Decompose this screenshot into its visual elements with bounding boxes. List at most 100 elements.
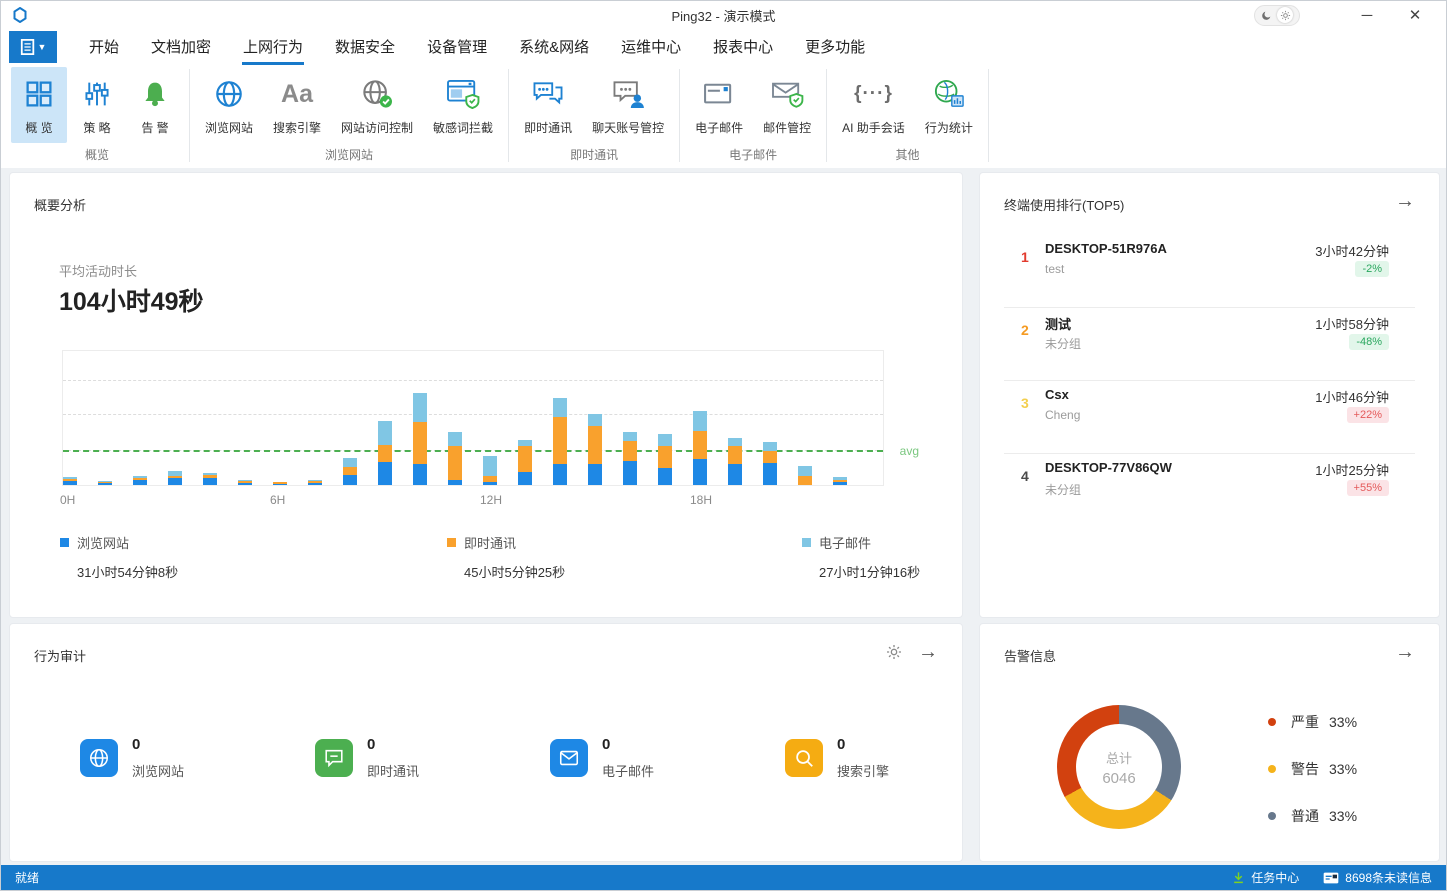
stat-label: 电子邮件	[602, 761, 654, 780]
mail-control-button[interactable]: 邮件管控	[754, 67, 820, 143]
sun-icon[interactable]	[1277, 7, 1293, 23]
bar-segment	[413, 422, 427, 464]
terminal-group: test	[1045, 262, 1064, 276]
bar-segment	[833, 482, 847, 485]
task-center-button[interactable]: 任务中心	[1232, 869, 1299, 886]
unread-messages-button[interactable]: 8698条未读信息	[1323, 869, 1432, 886]
tab-ops-center[interactable]: 运维中心	[605, 29, 697, 65]
website-access-control-button[interactable]: 网站访问控制	[332, 67, 422, 143]
alert-button[interactable]: 告 警	[127, 67, 183, 143]
terminal-group: Cheng	[1045, 408, 1080, 422]
avg-line	[63, 450, 883, 452]
moon-icon[interactable]	[1261, 10, 1272, 21]
download-icon	[1232, 871, 1245, 884]
bar-segment	[798, 476, 812, 485]
tab-start[interactable]: 开始	[73, 29, 135, 65]
message-icon	[1323, 872, 1339, 884]
top5-row-4[interactable]: 4 DESKTOP-77V86QW 未分组 1小时25分钟 +55%	[1004, 454, 1415, 527]
bar-segment	[693, 411, 707, 431]
alerts-donut-chart: 总计 6046	[1057, 705, 1181, 829]
chat-user-icon	[611, 76, 645, 112]
bar-13H	[518, 440, 532, 485]
arrow-right-icon[interactable]: →	[1395, 642, 1415, 662]
overview-button[interactable]: 概 览	[11, 67, 67, 143]
arrow-right-icon[interactable]: →	[1395, 191, 1415, 211]
gear-icon[interactable]	[886, 644, 902, 660]
globe-check-icon	[361, 76, 393, 112]
bar-segment	[693, 459, 707, 485]
stat-value: 0	[837, 736, 889, 753]
gridline	[63, 380, 883, 381]
chart-legend-im: 即时通讯 45小时5分钟25秒	[447, 533, 565, 581]
bar-segment	[98, 483, 112, 485]
tab-report-center[interactable]: 报表中心	[697, 29, 789, 65]
ribbon-group-label: 其他	[895, 143, 919, 169]
top5-row-1[interactable]: 1 DESKTOP-51R976A test 3小时42分钟 -2%	[1004, 235, 1415, 308]
minimize-button[interactable]: ─	[1352, 3, 1382, 27]
x-tick-label: 0H	[60, 493, 75, 507]
ai-assistant-session-button[interactable]: {···} AI 助手会话	[833, 67, 914, 143]
ribbon: 概 览 策 略 告 警 概览	[1, 65, 1446, 169]
tab-more-features[interactable]: 更多功能	[789, 29, 881, 65]
content-area: 概要分析 平均活动时长 104小时49秒 avg 浏览网站 31小时54分钟8秒…	[1, 168, 1446, 865]
bar-segment	[378, 445, 392, 462]
arrow-right-icon[interactable]: →	[918, 642, 938, 662]
bar-segment	[448, 432, 462, 446]
ribbon-tab-bar: ▼ 开始 文档加密 上网行为 数据安全 设备管理 系统&网络 运维中心 报表中心…	[1, 29, 1446, 65]
theme-toggle[interactable]	[1254, 5, 1300, 26]
change-badge: -2%	[1355, 261, 1389, 277]
bar-segment	[483, 482, 497, 485]
browse-websites-button[interactable]: 浏览网站	[196, 67, 262, 143]
bar-4H	[203, 473, 217, 485]
bar-17H	[658, 434, 672, 485]
bar-5H	[238, 480, 252, 485]
stat-label: 搜索引擎	[837, 761, 889, 780]
ribbon-group-label: 概览	[85, 143, 109, 169]
change-badge: +22%	[1347, 407, 1389, 423]
ribbon-group-label: 即时通讯	[570, 143, 618, 169]
main-menu-button[interactable]: ▼	[9, 31, 57, 63]
bar-9H	[378, 421, 392, 485]
bar-22H	[833, 477, 847, 485]
alert-info-panel: 告警信息 → 总计 6046 严重33% 警告33% 普通33%	[979, 623, 1440, 862]
chat-account-control-button[interactable]: 聊天账号管控	[583, 67, 673, 143]
tab-internet-behavior[interactable]: 上网行为	[227, 29, 319, 65]
tab-device-management[interactable]: 设备管理	[411, 29, 503, 65]
sensitive-word-block-button[interactable]: 敏感词拦截	[424, 67, 502, 143]
tab-data-security[interactable]: 数据安全	[319, 29, 411, 65]
legend-dot-red	[1268, 718, 1276, 726]
bar-19H	[728, 438, 742, 485]
close-button[interactable]: ✕	[1400, 3, 1430, 27]
top5-row-3[interactable]: 3 Csx Cheng 1小时46分钟 +22%	[1004, 381, 1415, 454]
mail-icon	[550, 739, 588, 777]
usage-time: 1小时46分钟	[1315, 387, 1389, 406]
window-title: Ping32 - 演示模式	[1, 6, 1446, 25]
bar-segment	[588, 426, 602, 464]
bar-segment	[378, 421, 392, 445]
instant-messaging-button[interactable]: 即时通讯	[515, 67, 581, 143]
policy-button[interactable]: 策 略	[69, 67, 125, 143]
stacked-bar-chart: avg	[62, 350, 884, 486]
bar-segment	[728, 446, 742, 464]
stat-instant-messaging: 0即时通讯	[315, 736, 419, 780]
rank-number: 2	[1021, 322, 1029, 338]
bar-segment	[553, 417, 567, 464]
tab-doc-encryption[interactable]: 文档加密	[135, 29, 227, 65]
audit-panel-title: 行为审计	[34, 646, 86, 665]
behavior-statistics-button[interactable]: 行为统计	[916, 67, 982, 143]
bar-segment	[763, 442, 777, 451]
braces-icon: {···}	[854, 76, 893, 112]
search-engine-button[interactable]: Aa 搜索引擎	[264, 67, 330, 143]
donut-total-label: 总计	[1106, 748, 1132, 767]
bar-segment	[658, 446, 672, 468]
bar-18H	[693, 411, 707, 485]
bar-12H	[483, 456, 497, 485]
bar-segment	[658, 468, 672, 485]
tab-system-network[interactable]: 系统&网络	[503, 29, 605, 65]
overview-panel-title: 概要分析	[34, 195, 86, 214]
app-window: Ping32 - 演示模式 ─ ✕ ▼ 开始 文档加密 上网行为 数据安全 设备…	[0, 0, 1447, 891]
bar-segment	[343, 458, 357, 467]
email-button[interactable]: 电子邮件	[686, 67, 752, 143]
top5-row-2[interactable]: 2 测试 未分组 1小时58分钟 -48%	[1004, 308, 1415, 381]
bar-segment	[623, 432, 637, 441]
